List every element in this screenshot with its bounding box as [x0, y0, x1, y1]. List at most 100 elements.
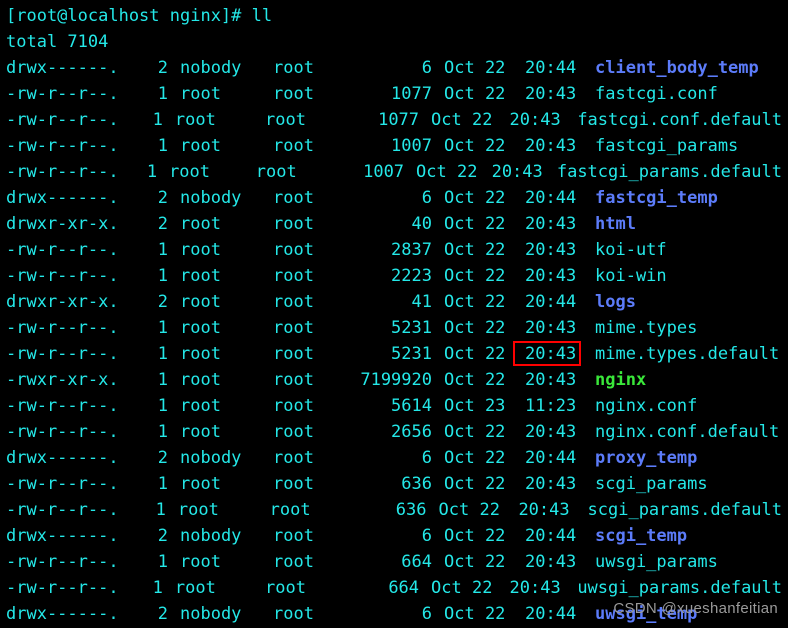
- file-owner: root: [169, 162, 211, 182]
- file-date: Oct 22: [444, 526, 506, 546]
- file-group: root: [273, 240, 314, 260]
- file-row: -rw-r--r--. 1 root root 1007 Oct 22 20:43 fastc…: [6, 159, 782, 185]
- file-size: 1007: [391, 136, 432, 156]
- file-time: 20:43: [491, 162, 543, 182]
- file-owner: nobody: [180, 448, 242, 468]
- file-row: -rw-r--r--. 1 root root 2837 Oct 22 20:43 koi-u…: [6, 237, 782, 263]
- file-size: 7199920: [360, 370, 432, 390]
- file-row: -rw-r--r--. 1 root root 5231 Oct 22 20:43 mime.…: [6, 315, 782, 341]
- file-size: 5614: [391, 396, 432, 416]
- file-date: Oct 22: [444, 448, 506, 468]
- file-time: 20:44: [525, 292, 577, 312]
- file-owner: root: [180, 266, 221, 286]
- file-name: nginx.conf.default: [595, 422, 780, 442]
- file-permissions: -rw-r--r--.: [6, 84, 119, 104]
- file-link-count: 1: [157, 318, 168, 338]
- file-time: 20:43: [525, 422, 577, 442]
- file-permissions: drwxr-xr-x.: [6, 214, 119, 234]
- file-size: 40: [411, 214, 432, 234]
- file-group: root: [273, 422, 314, 442]
- file-link-count: 1: [157, 240, 168, 260]
- file-size: 664: [401, 552, 432, 572]
- file-time: 20:43: [525, 214, 577, 234]
- file-group: root: [273, 136, 314, 156]
- file-row: -rw-r--r--. 1 root root 2223 Oct 22 20:43 koi-w…: [6, 263, 782, 289]
- file-time: 20:43: [525, 474, 577, 494]
- file-owner: root: [180, 370, 221, 390]
- file-size: 1007: [363, 162, 405, 182]
- file-name: scgi_params: [595, 474, 708, 494]
- file-link-count: 2: [157, 214, 168, 234]
- file-permissions: drwx------.: [6, 526, 119, 546]
- file-size: 5231: [391, 344, 432, 364]
- file-group: root: [273, 84, 314, 104]
- file-permissions: -rw-r--r--.: [6, 136, 119, 156]
- file-time: 20:43: [525, 552, 577, 572]
- file-permissions: -rw-r--r--.: [6, 552, 119, 572]
- file-date: Oct 22: [444, 84, 506, 104]
- file-permissions: -rwxr-xr-x.: [6, 370, 119, 390]
- terminal-window[interactable]: [root@localhost nginx]# ll total 7104 dr…: [0, 0, 788, 628]
- file-group: root: [273, 448, 314, 468]
- file-date: Oct 22: [444, 240, 506, 260]
- file-date: Oct 22: [444, 604, 506, 624]
- file-row: -rw-r--r--. 1 root root 1077 Oct 22 20:43 fastc…: [6, 107, 782, 133]
- file-owner: root: [180, 292, 221, 312]
- file-permissions: -rw-r--r--.: [6, 474, 119, 494]
- total-blocks-line: total 7104: [6, 32, 109, 52]
- file-date: Oct 22: [444, 58, 506, 78]
- file-owner: root: [180, 344, 221, 364]
- file-link-count: 1: [155, 500, 166, 520]
- command-prompt-line: [root@localhost nginx]# ll: [6, 6, 273, 26]
- file-size: 2656: [391, 422, 432, 442]
- file-time: 11:23: [525, 396, 577, 416]
- file-group: root: [273, 344, 314, 364]
- file-permissions: -rw-r--r--.: [6, 318, 119, 338]
- file-group: root: [273, 526, 314, 546]
- file-permissions: -rw-r--r--.: [6, 578, 119, 598]
- file-name: html: [595, 214, 636, 234]
- file-name: fastcgi_params.default: [556, 162, 783, 182]
- file-size: 636: [401, 474, 432, 494]
- file-permissions: drwx------.: [6, 188, 119, 208]
- file-link-count: 1: [157, 474, 168, 494]
- file-date: Oct 22: [444, 214, 506, 234]
- file-time: 20:43: [525, 240, 577, 260]
- file-link-count: 1: [152, 578, 163, 598]
- file-link-count: 1: [157, 136, 168, 156]
- file-name: scgi_temp: [595, 526, 688, 546]
- file-owner: root: [180, 84, 221, 104]
- terminal-screen: [root@localhost nginx]# ll total 7104 dr…: [6, 3, 782, 628]
- file-size: 41: [411, 292, 432, 312]
- file-time: 20:44: [525, 188, 577, 208]
- file-name: nginx.conf: [595, 396, 698, 416]
- file-name: proxy_temp: [595, 448, 698, 468]
- file-date: Oct 22: [444, 318, 506, 338]
- file-row: -rw-r--r--. 1 root root 5231 Oct 22 20:43 mime.…: [6, 341, 782, 367]
- file-date: Oct 22: [438, 500, 500, 520]
- file-row: -rw-r--r--. 1 root root 5614 Oct 23 11:23 nginx…: [6, 393, 782, 419]
- file-owner: nobody: [180, 526, 242, 546]
- file-date: Oct 22: [444, 474, 506, 494]
- file-group: root: [273, 188, 314, 208]
- file-name: fastcgi_temp: [595, 188, 718, 208]
- file-row: drwx------. 2 nobody root 6 Oct 22 20:44 fastcg…: [6, 185, 782, 211]
- file-name: koi-utf: [595, 240, 667, 260]
- file-link-count: 1: [157, 266, 168, 286]
- file-name: mime.types: [595, 318, 698, 338]
- file-link-count: 2: [157, 58, 168, 78]
- file-time: 20:44: [525, 448, 577, 468]
- file-owner: nobody: [180, 188, 242, 208]
- file-name: koi-win: [595, 266, 667, 286]
- file-row: -rw-r--r--. 1 root root 636 Oct 22 20:43 scgi_p…: [6, 471, 782, 497]
- file-owner: nobody: [180, 58, 242, 78]
- file-date: Oct 22: [431, 110, 493, 130]
- file-link-count: 2: [157, 448, 168, 468]
- file-time: 20:44: [525, 526, 577, 546]
- file-row: -rw-r--r--. 1 root root 664 Oct 22 20:43 uwsgi_…: [6, 549, 782, 575]
- file-name: scgi_params.default: [587, 500, 782, 520]
- file-link-count: 1: [157, 344, 168, 364]
- file-row: -rw-r--r--. 1 root root 1007 Oct 22 20:43 fastc…: [6, 133, 782, 159]
- file-name: uwsgi_params: [595, 552, 718, 572]
- file-time: 20:43: [525, 266, 577, 286]
